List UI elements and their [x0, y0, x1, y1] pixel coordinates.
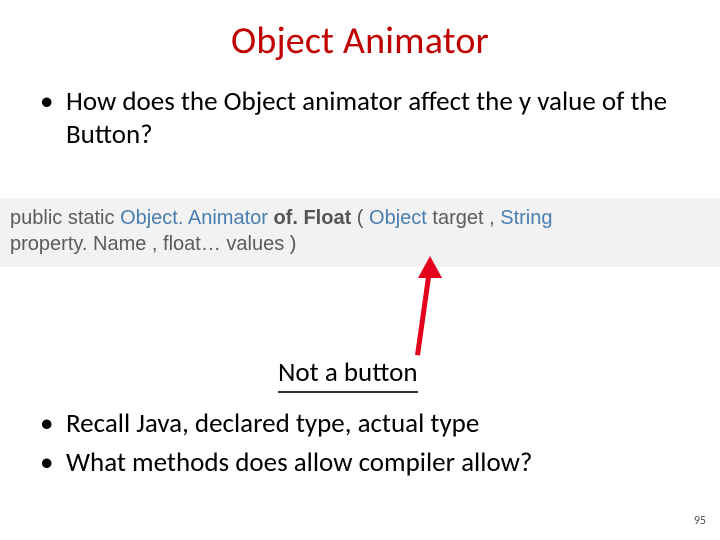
- bullet-item: How does the Object animator affect the …: [36, 86, 684, 152]
- arrow-line-icon: [415, 270, 432, 356]
- code-signature-box: public static Object. Animator of. Float…: [0, 198, 720, 267]
- slide-title: Object Animator: [36, 18, 684, 64]
- method-name: of. Float: [273, 207, 351, 229]
- param-varargs: float… values: [163, 233, 284, 255]
- param-name: target: [432, 207, 483, 229]
- bottom-bullets: Recall Java, declared type, actual type …: [36, 408, 684, 486]
- annotation-label: Not a button: [278, 356, 418, 393]
- param-type: Object: [369, 207, 427, 229]
- comma: ,: [489, 207, 500, 229]
- paren-close: ): [290, 233, 297, 255]
- paren-open: (: [357, 207, 364, 229]
- page-number: 95: [694, 514, 706, 528]
- keyword: public static: [10, 207, 115, 229]
- return-type: Object. Animator: [120, 207, 268, 229]
- arrow-annotation: [405, 256, 465, 360]
- bullet-item: Recall Java, declared type, actual type: [36, 408, 684, 441]
- bullet-item: What methods does allow compiler allow?: [36, 447, 684, 480]
- slide: Object Animator How does the Object anim…: [0, 0, 720, 540]
- comma: ,: [152, 233, 163, 255]
- top-bullets: How does the Object animator affect the …: [36, 86, 684, 152]
- param-type: String: [500, 207, 552, 229]
- param-name: property. Name: [10, 233, 146, 255]
